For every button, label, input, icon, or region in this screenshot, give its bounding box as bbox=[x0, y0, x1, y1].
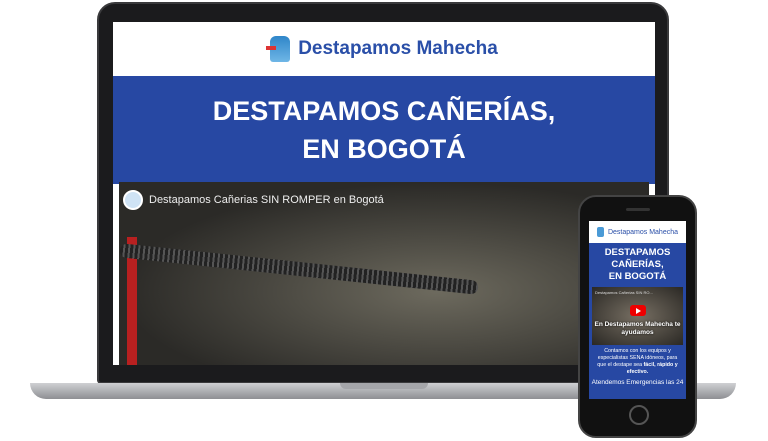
phone-body-text: Contamos con los equipos y especialistas… bbox=[589, 345, 686, 376]
hero-title-line2: EN BOGOTÁ bbox=[302, 134, 466, 164]
phone-footer-text: Atendemos Emergencias las 24 bbox=[591, 379, 684, 386]
phone-frame: Destapamos Mahecha DESTAPAMOS CAÑERÍAS, … bbox=[578, 195, 697, 438]
phone-title-line2: CAÑERÍAS, bbox=[611, 259, 664, 270]
laptop-notch bbox=[340, 383, 428, 389]
brand-name[interactable]: Destapamos Mahecha bbox=[298, 38, 498, 60]
home-button[interactable] bbox=[629, 405, 649, 425]
laptop-screen: Destapamos Mahecha DESTAPAMOS CAÑERÍAS, E… bbox=[113, 22, 655, 365]
video-frame-hose bbox=[119, 243, 479, 295]
phone-speaker bbox=[626, 208, 650, 211]
phone-hero-title: DESTAPAMOS CAÑERÍAS, EN BOGOTÁ bbox=[589, 247, 686, 283]
phone-title-line3: EN BOGOTÁ bbox=[608, 271, 667, 282]
phone-video-title: Destapamos Cañerias SIN RO... bbox=[595, 290, 653, 295]
phone-video-player[interactable]: Destapamos Cañerias SIN RO... En Destapa… bbox=[592, 287, 683, 345]
phone-video-overlay: En Destapamos Mahecha te ayudamos bbox=[594, 321, 681, 336]
hero-title-line1: DESTAPAMOS CAÑERÍAS, bbox=[212, 96, 556, 126]
plumber-logo-icon bbox=[596, 227, 604, 237]
plumber-logo-icon bbox=[266, 36, 291, 62]
video-title[interactable]: Destapamos Cañerias SIN ROMPER en Bogotá bbox=[149, 194, 384, 206]
phone-brand-name[interactable]: Destapamos Mahecha bbox=[608, 229, 678, 236]
hero-banner: DESTAPAMOS CAÑERÍAS, EN BOGOTÁ bbox=[113, 76, 655, 184]
video-title-bar: Destapamos Cañerias SIN ROMPER en Bogotá bbox=[123, 190, 384, 210]
phone-title-line1: DESTAPAMOS bbox=[604, 247, 671, 258]
play-icon[interactable] bbox=[630, 305, 646, 316]
phone-header: Destapamos Mahecha bbox=[589, 221, 686, 243]
phone-screen: Destapamos Mahecha DESTAPAMOS CAÑERÍAS, … bbox=[589, 221, 686, 399]
video-player[interactable]: Destapamos Cañerias SIN ROMPER en Bogotá bbox=[119, 182, 649, 365]
channel-avatar-icon[interactable] bbox=[123, 190, 143, 210]
site-header: Destapamos Mahecha bbox=[113, 22, 655, 76]
